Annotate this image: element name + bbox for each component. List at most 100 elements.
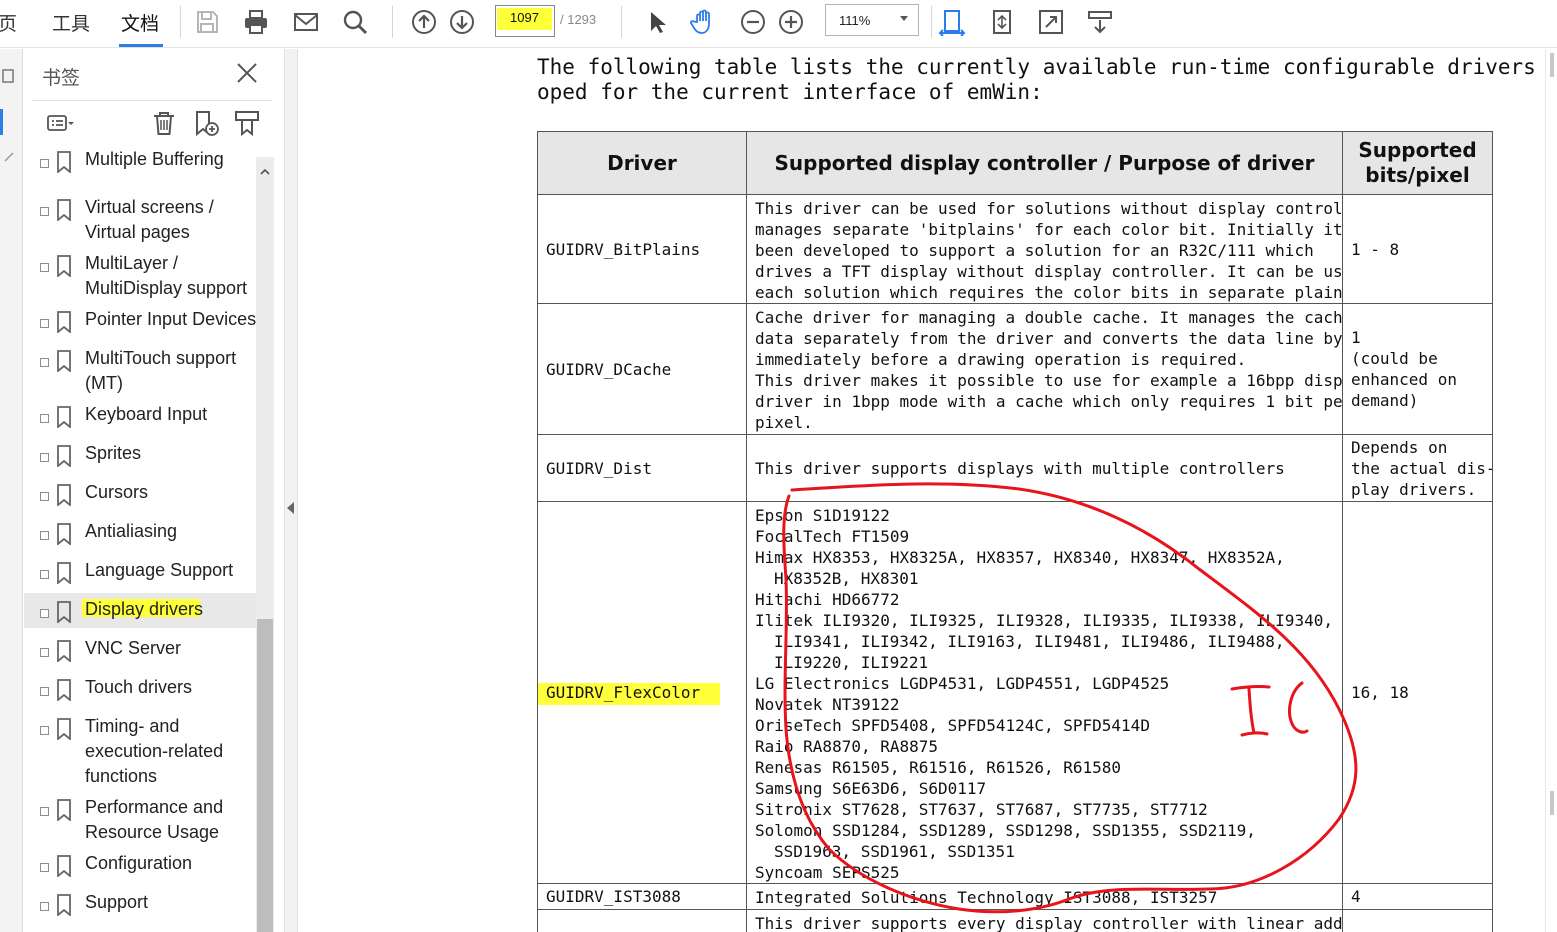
bookmark-item[interactable]: Keyboard Input [24, 398, 256, 433]
expand-toggle-icon[interactable] [40, 207, 49, 216]
page-thumbnail-icon[interactable] [2, 69, 16, 83]
purpose-line: Hitachi HD66772 [755, 590, 900, 609]
bookmark-label: Language Support [85, 560, 234, 580]
bpp-line: enhanced on [1351, 370, 1457, 389]
bookmark-scrollbar-thumb[interactable] [257, 619, 273, 932]
bookmark-item[interactable]: Pointer Input Devices [24, 303, 256, 338]
bookmark-icon [56, 562, 72, 585]
bookmark-item[interactable]: Antialiasing [24, 515, 256, 550]
driver-purpose-cell: Cache driver for managing a double cache… [746, 303, 1343, 435]
fullscreen-icon[interactable] [1034, 5, 1068, 39]
select-arrow-icon[interactable] [639, 5, 673, 39]
expand-toggle-icon[interactable] [40, 687, 49, 696]
bookmark-label: Keyboard Input [85, 404, 208, 424]
expand-toggle-icon[interactable] [40, 902, 49, 911]
fit-width-icon[interactable] [935, 5, 969, 39]
zoom-in-icon[interactable] [774, 5, 808, 39]
toolbar-separator [931, 6, 932, 38]
bookmark-toolbar [24, 105, 284, 145]
bookmark-item[interactable]: Cursors [24, 476, 256, 511]
expand-toggle-icon[interactable] [40, 863, 49, 872]
close-icon[interactable] [234, 60, 260, 86]
bookmark-item[interactable]: VNC Server [24, 632, 256, 667]
options-icon[interactable] [44, 105, 76, 141]
driver-name-cell: GUIDRV_IST3088 [537, 883, 747, 910]
bookmark-item[interactable]: Virtual screens / Virtual pages [24, 191, 256, 251]
chevron-down-icon[interactable] [900, 16, 908, 21]
tab-tools[interactable]: 工具 [52, 9, 90, 36]
bookmark-item[interactable]: Performance and Resource Usage [24, 791, 256, 851]
driver-purpose-cell: Epson S1D19122 FocalTech FT1509 Himax HX83… [746, 501, 1343, 884]
expand-toggle-icon[interactable] [40, 726, 49, 735]
collapse-panel-icon[interactable] [287, 502, 294, 514]
bookmark-label: Display drivers [85, 599, 204, 619]
purpose-line: This driver supports displays with multi… [755, 458, 1285, 478]
tab-document[interactable]: 文档 [121, 9, 159, 36]
bookmark-panel: 书签 Multiple Buffering Virtual screens / Vi… [24, 49, 284, 932]
bpp-line: (could be [1351, 349, 1438, 368]
bookmark-item[interactable]: Configuration [24, 847, 256, 882]
expand-toggle-icon[interactable] [40, 807, 49, 816]
expand-toggle-icon[interactable] [40, 319, 49, 328]
purpose-line: This driver supports every display contr… [755, 914, 1343, 932]
bookmark-icon [56, 311, 72, 334]
bookmark-item[interactable]: Sprites [24, 437, 256, 472]
bookmark-label: Resource Usage [85, 822, 220, 842]
page-up-icon[interactable] [407, 5, 441, 39]
bookmark-label: Performance and [85, 797, 224, 817]
rotate-page-icon[interactable] [985, 5, 1019, 39]
purpose-line: HX8352B, HX8301 [774, 569, 919, 588]
bookmark-icon [56, 406, 72, 429]
read-mode-icon[interactable] [1083, 5, 1117, 39]
expand-toggle-icon[interactable] [40, 358, 49, 367]
driver-name-cell: GUIDRV_DCache [537, 303, 747, 435]
bpp-line: 16, 18 [1351, 683, 1409, 702]
delete-icon[interactable] [148, 105, 180, 141]
page-down-icon[interactable] [445, 5, 479, 39]
expand-toggle-icon[interactable] [40, 159, 49, 168]
bpp-cell: 16, 18 [1342, 501, 1493, 884]
bookmark-label: Touch drivers [85, 677, 193, 697]
save-icon[interactable] [190, 5, 224, 39]
new-bookmark-icon[interactable] [190, 105, 222, 141]
strip-active-indicator [0, 109, 3, 135]
purpose-line: Sitronix ST7628, ST7637, ST7687, ST7735,… [755, 800, 1208, 819]
bookmark-item[interactable]: Timing- and execution-related functions [24, 710, 256, 795]
expand-toggle-icon[interactable] [40, 414, 49, 423]
tab-home[interactable]: 页 [0, 9, 17, 36]
expand-toggle-icon[interactable] [40, 570, 49, 579]
purpose-line: Epson S1D19122 [755, 506, 890, 525]
panel-splitter[interactable] [284, 49, 298, 932]
bookmark-item[interactable]: MultiTouch support (MT) [24, 342, 256, 402]
expand-toggle-icon[interactable] [40, 453, 49, 462]
purpose-line: SSD1963, SSD1961, SSD1351 [774, 842, 1015, 861]
email-icon[interactable] [289, 5, 323, 39]
bookmark-icon [56, 445, 72, 468]
print-icon[interactable] [239, 5, 273, 39]
expand-toggle-icon[interactable] [40, 609, 49, 618]
expand-toggle-icon[interactable] [40, 648, 49, 657]
bookmark-item[interactable]: Multiple Buffering [24, 149, 256, 178]
attachment-icon[interactable] [2, 149, 16, 163]
bookmark-structure-icon[interactable] [231, 105, 263, 141]
bookmark-item[interactable]: MultiLayer / MultiDisplay support [24, 247, 256, 307]
zoom-out-icon[interactable] [736, 5, 770, 39]
bookmark-icon [56, 523, 72, 546]
bookmark-item[interactable]: Display drivers [24, 593, 256, 628]
search-icon[interactable] [338, 5, 372, 39]
expand-toggle-icon[interactable] [40, 492, 49, 501]
bookmark-label: execution-related [85, 741, 224, 761]
purpose-line: Renesas R61505, R61516, R61526, R61580 [755, 758, 1122, 777]
purpose-line: ILI9220, ILI9221 [774, 653, 929, 672]
bookmark-item[interactable]: Support [24, 886, 256, 921]
bookmark-item[interactable]: Language Support [24, 554, 256, 589]
expand-toggle-icon[interactable] [40, 263, 49, 272]
bpp-line: 1 [1351, 328, 1361, 347]
scroll-up-icon[interactable] [260, 167, 270, 177]
expand-toggle-icon[interactable] [40, 531, 49, 540]
bookmark-label: functions [85, 766, 158, 786]
document-scrollbar-thumb[interactable] [1550, 791, 1554, 815]
document-scrollbar[interactable] [1545, 49, 1557, 932]
hand-tool-icon[interactable] [687, 5, 721, 39]
bookmark-item[interactable]: Touch drivers [24, 671, 256, 706]
